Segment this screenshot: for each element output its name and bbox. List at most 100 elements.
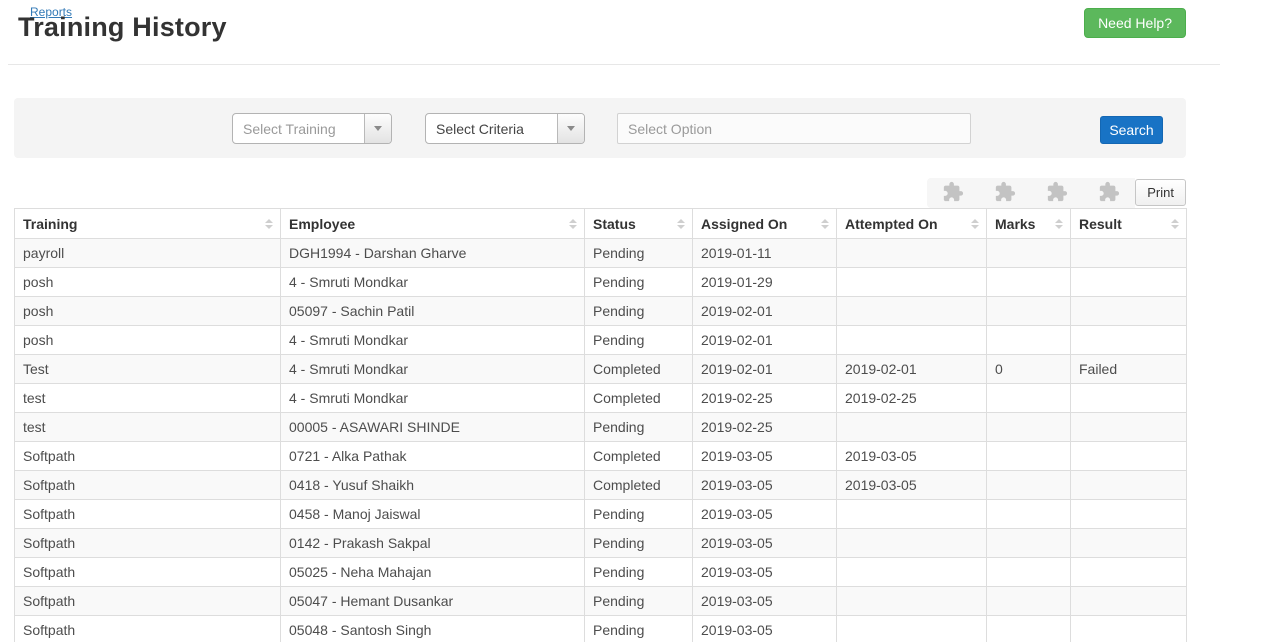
column-header-marks[interactable]: Marks <box>986 208 1071 239</box>
table-cell: Softpath <box>14 441 281 471</box>
export-button[interactable] <box>1031 178 1083 208</box>
puzzle-icon <box>1046 181 1068 206</box>
table-row: posh 05097 - Sachin Patil Pending 2019-02-0… <box>14 296 1187 326</box>
print-button[interactable]: Print <box>1135 179 1186 206</box>
export-button[interactable] <box>979 178 1031 208</box>
table-cell <box>836 586 987 616</box>
table-cell <box>986 557 1071 587</box>
chevron-down-icon[interactable] <box>364 114 391 143</box>
table-cell: 2019-02-25 <box>692 412 837 442</box>
chevron-down-icon[interactable] <box>557 114 584 143</box>
table-row: Softpath 05025 - Neha Mahajan Pending 2019-… <box>14 557 1187 587</box>
table-cell: DGH1994 - Darshan Gharve <box>280 238 585 268</box>
table-row: Softpath 0418 - Yusuf Shaikh Completed 2019… <box>14 470 1187 500</box>
table-cell: 2019-03-05 <box>692 615 837 642</box>
table-cell: Pending <box>584 412 693 442</box>
column-header-status[interactable]: Status <box>584 208 693 239</box>
table-cell <box>1070 586 1187 616</box>
table-cell <box>986 586 1071 616</box>
column-header-training[interactable]: Training <box>14 208 281 239</box>
table-cell <box>1070 615 1187 642</box>
sort-icon[interactable] <box>569 218 577 229</box>
table-cell: 4 - Smruti Mondkar <box>280 383 585 413</box>
table-cell: Pending <box>584 296 693 326</box>
need-help-button[interactable]: Need Help? <box>1084 8 1186 38</box>
table-cell: Pending <box>584 325 693 355</box>
table-cell: 2019-02-25 <box>836 383 987 413</box>
table-cell <box>836 296 987 326</box>
table-cell: Completed <box>584 441 693 471</box>
option-input[interactable] <box>617 113 971 144</box>
table-cell <box>986 499 1071 529</box>
column-header-result[interactable]: Result <box>1070 208 1187 239</box>
sort-icon[interactable] <box>1171 218 1179 229</box>
header-divider <box>8 64 1220 65</box>
table-cell <box>1070 557 1187 587</box>
filter-panel: Select Training Select Criteria Search <box>14 98 1186 158</box>
table-cell: Pending <box>584 615 693 642</box>
table-cell <box>1070 383 1187 413</box>
table-cell <box>1070 296 1187 326</box>
column-header-employee[interactable]: Employee <box>280 208 585 239</box>
table-cell <box>986 615 1071 642</box>
table-cell <box>836 528 987 558</box>
table-cell <box>986 325 1071 355</box>
training-select[interactable]: Select Training <box>232 113 392 144</box>
export-button[interactable] <box>927 178 979 208</box>
table-cell <box>1070 325 1187 355</box>
sort-icon[interactable] <box>265 218 273 229</box>
puzzle-icon <box>942 181 964 206</box>
sort-icon[interactable] <box>677 218 685 229</box>
table-header: Training Employee Status Assigned On Attempt… <box>14 208 1187 239</box>
table-cell <box>836 267 987 297</box>
criteria-select-value: Select Criteria <box>436 120 524 137</box>
column-header-label: Status <box>593 215 636 232</box>
column-header-label: Employee <box>289 215 356 232</box>
column-header-label: Result <box>1079 215 1122 232</box>
table-cell <box>986 470 1071 500</box>
table-cell: Completed <box>584 354 693 384</box>
table-cell <box>1070 470 1187 500</box>
table-row: test 4 - Smruti Mondkar Completed 2019-02-2… <box>14 383 1187 413</box>
table-cell <box>836 499 987 529</box>
table-cell: Pending <box>584 499 693 529</box>
table-cell: 05097 - Sachin Patil <box>280 296 585 326</box>
export-button[interactable] <box>1083 178 1135 208</box>
table-cell <box>1070 499 1187 529</box>
table-cell: Softpath <box>14 615 281 642</box>
table-row: test 00005 - ASAWARI SHINDE Pending 2019-02… <box>14 412 1187 442</box>
column-header-label: Attempted On <box>845 215 938 232</box>
puzzle-icon <box>1098 181 1120 206</box>
criteria-select[interactable]: Select Criteria <box>425 113 585 144</box>
table-cell: Pending <box>584 528 693 558</box>
search-button[interactable]: Search <box>1100 116 1163 144</box>
column-header-label: Marks <box>995 215 1036 232</box>
table-cell <box>986 238 1071 268</box>
table-cell: 2019-02-01 <box>692 354 837 384</box>
table-cell: Softpath <box>14 470 281 500</box>
column-header-attempted-on[interactable]: Attempted On <box>836 208 987 239</box>
table-cell: posh <box>14 325 281 355</box>
sort-icon[interactable] <box>821 218 829 229</box>
table-cell <box>1070 238 1187 268</box>
table-row: Softpath 0142 - Prakash Sakpal Pending 2019… <box>14 528 1187 558</box>
table-cell: 2019-03-05 <box>692 470 837 500</box>
table-row: Softpath 05048 - Santosh Singh Pending 2019… <box>14 615 1187 642</box>
table-cell: Pending <box>584 238 693 268</box>
table-cell <box>986 383 1071 413</box>
column-header-assigned-on[interactable]: Assigned On <box>692 208 837 239</box>
table-cell: 2019-03-05 <box>692 528 837 558</box>
table-cell: Completed <box>584 383 693 413</box>
table-cell: Failed <box>1070 354 1187 384</box>
table-cell: 2019-01-11 <box>692 238 837 268</box>
training-history-table: Training Employee Status Assigned On Attempt… <box>14 208 1187 642</box>
table-cell: posh <box>14 267 281 297</box>
sort-icon[interactable] <box>971 218 979 229</box>
table-row: payroll DGH1994 - Darshan Gharve Pending 20… <box>14 238 1187 268</box>
table-header-row: Training Employee Status Assigned On Attempt… <box>14 208 1187 239</box>
table-cell: posh <box>14 296 281 326</box>
table-cell: 0721 - Alka Pathak <box>280 441 585 471</box>
sort-icon[interactable] <box>1055 218 1063 229</box>
table-cell: Softpath <box>14 499 281 529</box>
table-cell: 2019-02-01 <box>692 325 837 355</box>
